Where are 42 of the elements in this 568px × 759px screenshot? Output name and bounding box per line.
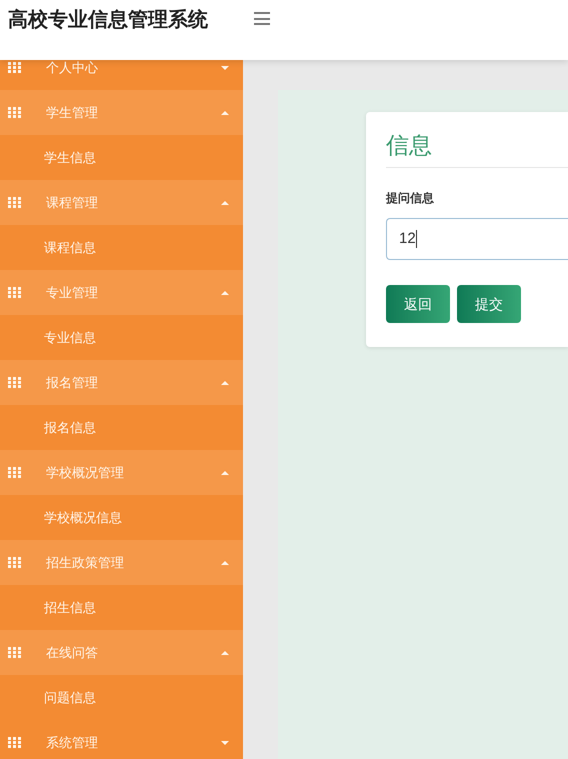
caret-up-icon — [221, 290, 229, 294]
grid-icon — [8, 62, 21, 73]
sidebar-group-label: 在线问答 — [46, 644, 98, 662]
sidebar-group[interactable]: 学生管理 — [0, 90, 243, 135]
sidebar-group[interactable]: 在线问答 — [0, 630, 243, 675]
input-value: 12 — [399, 228, 416, 249]
grid-icon — [8, 287, 21, 298]
caret-down-icon — [221, 740, 229, 744]
sidebar-group[interactable]: 报名管理 — [0, 360, 243, 405]
sidebar-group-label: 专业管理 — [46, 284, 98, 302]
field-label: 提问信息 — [386, 191, 434, 205]
sidebar-group-label: 系统管理 — [46, 734, 98, 752]
sidebar-group[interactable]: 招生政策管理 — [0, 540, 243, 585]
caret-up-icon — [221, 380, 229, 384]
caret-up-icon — [221, 560, 229, 564]
caret-down-icon — [221, 66, 229, 70]
grid-icon — [8, 107, 21, 118]
grid-icon — [8, 557, 21, 568]
grid-icon — [8, 467, 21, 478]
sidebar-group-label: 个人中心 — [46, 60, 98, 77]
sidebar-group-label: 招生政策管理 — [46, 554, 124, 572]
sidebar-group[interactable]: 专业管理 — [0, 270, 243, 315]
grid-icon — [8, 377, 21, 388]
card-title: 信息 — [386, 132, 432, 158]
grid-icon — [8, 197, 21, 208]
grid-icon — [8, 737, 21, 748]
caret-up-icon — [221, 470, 229, 474]
sidebar-group-label: 学校概况管理 — [46, 464, 124, 482]
question-input-field[interactable]: 12 — [386, 218, 568, 260]
app-title: 高校专业信息管理系统 — [8, 8, 208, 33]
caret-up-icon — [221, 650, 229, 654]
form-button[interactable]: 返回 — [386, 285, 450, 323]
grid-icon — [8, 647, 21, 658]
sidebar-group-label: 报名管理 — [46, 374, 98, 392]
sidebar-group[interactable]: 课程管理 — [0, 180, 243, 225]
menu-icon[interactable] — [254, 12, 270, 25]
form-button[interactable]: 提交 — [457, 285, 521, 323]
sidebar-group-label: 学生管理 — [46, 104, 98, 122]
sidebar-group[interactable]: 学校概况管理 — [0, 450, 243, 495]
caret-up-icon — [221, 110, 229, 114]
caret-up-icon — [221, 200, 229, 204]
sidebar-group-label: 课程管理 — [46, 194, 98, 212]
